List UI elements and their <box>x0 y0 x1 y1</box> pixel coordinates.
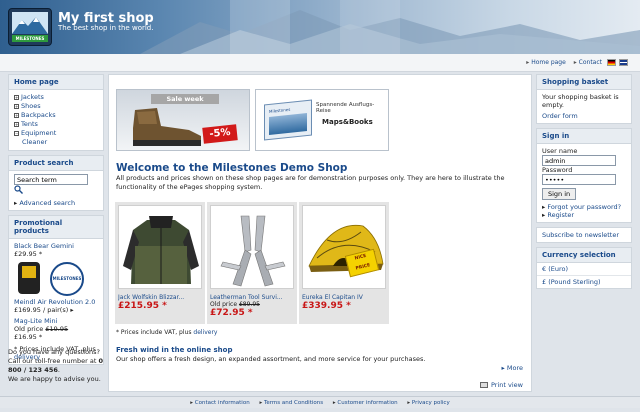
product-name[interactable]: Leatherman Tool Survi... <box>210 294 294 301</box>
product-price: £72.95 * <box>210 308 253 318</box>
shopping-basket-box: Shopping basket Your shopping basket is … <box>536 74 632 124</box>
print-view-link[interactable]: Print view <box>480 381 523 389</box>
delivery-link[interactable]: delivery <box>193 329 217 336</box>
sale-week-label: Sale week <box>151 94 219 104</box>
news-title[interactable]: Fresh wind in the online shop <box>116 346 232 354</box>
sign-in-box: Sign in User name Password Sign in ▸ For… <box>536 128 632 223</box>
top-navigation-bar: ▸ Home page ▸ Contact <box>0 54 640 72</box>
advanced-search-link[interactable]: ▸ Advanced search <box>14 199 98 207</box>
currency-option-euro[interactable]: € (Euro) <box>537 263 631 276</box>
promo-product-price: £169.95 / pair(s) ▸ <box>14 306 74 314</box>
site-header: MILESTONES My first shop The best shop i… <box>0 0 640 54</box>
maps-books-label: Maps&Books <box>322 118 373 126</box>
milestones-seal-icon: MILESTONES <box>50 262 84 296</box>
product-name[interactable]: Jack Wolfskin Blizzar... <box>118 294 202 301</box>
left-sidebar: Home page + Jackets + Shoes + Backpacks + Te… <box>8 74 104 369</box>
contact-link[interactable]: ▸ Contact <box>574 59 602 66</box>
subscribe-newsletter-link[interactable]: Subscribe to newsletter <box>542 231 619 239</box>
user-name-label: User name <box>542 147 578 155</box>
promo-product-name[interactable]: Meindl Air Revolution 2.0 <box>14 298 98 306</box>
home-page-link[interactable]: ▸ Home page <box>526 59 566 66</box>
product-card[interactable]: NICE PRICE Eureka El Capitan IV £339.95 … <box>299 202 389 324</box>
currency-box: Currency selection € (Euro) £ (Pound Ste… <box>536 247 632 289</box>
privacy-policy-link[interactable]: ▸ Privacy policy <box>407 400 449 406</box>
product-grid: Jack Wolfskin Blizzar... £215.95 * Leath… <box>115 202 391 324</box>
news-text: Our shop offers a fresh design, an expan… <box>116 355 426 363</box>
promo-product-name[interactable]: Mag-Lite Mini <box>14 317 98 325</box>
jacket-image[interactable] <box>118 205 202 289</box>
logo-text: MILESTONES <box>12 35 48 42</box>
forgot-password-link[interactable]: ▸ Forgot your password? <box>542 203 626 211</box>
site-subtitle: The best shop in the world. <box>58 24 154 32</box>
contact-information-link[interactable]: ▸ Contact information <box>190 400 249 406</box>
user-name-input[interactable] <box>542 155 616 166</box>
welcome-title: Welcome to the Milestones Demo Shop <box>116 162 348 174</box>
register-link[interactable]: ▸ Register <box>542 211 626 219</box>
product-search-title: Product search <box>9 156 103 171</box>
price-footnote: * Prices include VAT, plus delivery <box>116 329 218 336</box>
category-item-tents[interactable]: + Tents <box>14 120 98 129</box>
sign-in-title: Sign in <box>537 129 631 144</box>
currency-option-pound[interactable]: £ (Pound Sterling) <box>537 276 631 288</box>
search-input[interactable] <box>14 174 88 185</box>
collapse-icon[interactable]: − <box>14 130 19 136</box>
expand-icon[interactable]: + <box>14 94 19 100</box>
category-item-jackets[interactable]: + Jackets <box>14 93 98 102</box>
promo-product-price: £29.95 * <box>14 250 43 258</box>
product-price: £215.95 * <box>118 301 167 311</box>
currency-title: Currency selection <box>537 248 631 263</box>
maps-books-subtitle: Spannende Ausflugs-Reise <box>316 102 375 114</box>
german-flag-icon[interactable] <box>607 59 616 66</box>
welcome-text: All products and prices shown on these s… <box>116 174 505 191</box>
sale-week-banner[interactable]: Sale week -5% <box>116 89 250 151</box>
basket-status: Your shopping basket is empty. <box>542 93 619 109</box>
order-form-link[interactable]: Order form <box>542 112 626 120</box>
expand-icon[interactable]: + <box>14 112 19 118</box>
promotional-products-title: Promotional products <box>9 216 103 239</box>
promo-product-image[interactable]: MILESTONES <box>14 260 98 296</box>
shopping-basket-title[interactable]: Shopping basket <box>537 75 631 90</box>
category-item-shoes[interactable]: + Shoes <box>14 102 98 111</box>
promotional-products-box: Promotional products Black Bear Gemini £… <box>8 215 104 365</box>
product-search-box: Product search ▸ Advanced search <box>8 155 104 211</box>
hiking-boot-image <box>133 108 201 146</box>
password-input[interactable] <box>542 174 616 185</box>
sign-in-button[interactable]: Sign in <box>542 188 577 200</box>
product-card[interactable]: Jack Wolfskin Blizzar... £215.95 * <box>115 202 205 324</box>
product-old-price: Old price £89.95 <box>210 301 260 308</box>
search-icon[interactable] <box>14 185 23 196</box>
help-text: Do you have any questions? Call our toll… <box>8 348 103 383</box>
password-label: Password <box>542 166 573 174</box>
printer-icon <box>480 382 488 388</box>
map-book-image: Milestones <box>264 99 312 141</box>
terms-link[interactable]: ▸ Terms and Conditions <box>259 400 323 406</box>
main-content: Sale week -5% Milestones Spannende Ausfl… <box>108 74 532 392</box>
right-sidebar: Shopping basket Your shopping basket is … <box>536 74 632 293</box>
product-name[interactable]: Eureka El Capitan IV <box>302 294 386 301</box>
expand-icon[interactable]: + <box>14 103 19 109</box>
more-link[interactable]: ▸ More <box>502 364 523 372</box>
newsletter-box: Subscribe to newsletter <box>536 227 632 243</box>
product-card[interactable]: Leatherman Tool Survi... Old price £89.9… <box>207 202 297 324</box>
discount-badge: -5% <box>202 124 238 144</box>
customer-information-link[interactable]: ▸ Customer information <box>333 400 398 406</box>
category-item-equipment[interactable]: − Equipment <box>14 129 98 138</box>
page-footer: ▸ Contact information ▸ Terms and Condit… <box>0 396 640 408</box>
tent-image[interactable]: NICE PRICE <box>302 205 386 289</box>
expand-icon[interactable]: + <box>14 121 19 127</box>
shop-logo[interactable]: MILESTONES <box>8 8 52 46</box>
promo-product-old-price: Old price £19.95 <box>14 325 69 333</box>
multitool-image[interactable] <box>210 205 294 289</box>
product-price: £339.95 * <box>302 301 351 311</box>
category-box-title[interactable]: Home page <box>9 75 103 90</box>
maps-books-banner[interactable]: Milestones Spannende Ausflugs-Reise Maps… <box>255 89 389 151</box>
category-box: Home page + Jackets + Shoes + Backpacks + Te… <box>8 74 104 151</box>
category-item-cleaner[interactable]: Cleaner <box>14 138 98 147</box>
english-flag-icon[interactable] <box>619 59 628 66</box>
promo-product-price: £16.95 * <box>14 333 43 341</box>
promo-product-name[interactable]: Black Bear Gemini <box>14 242 98 250</box>
category-item-backpacks[interactable]: + Backpacks <box>14 111 98 120</box>
